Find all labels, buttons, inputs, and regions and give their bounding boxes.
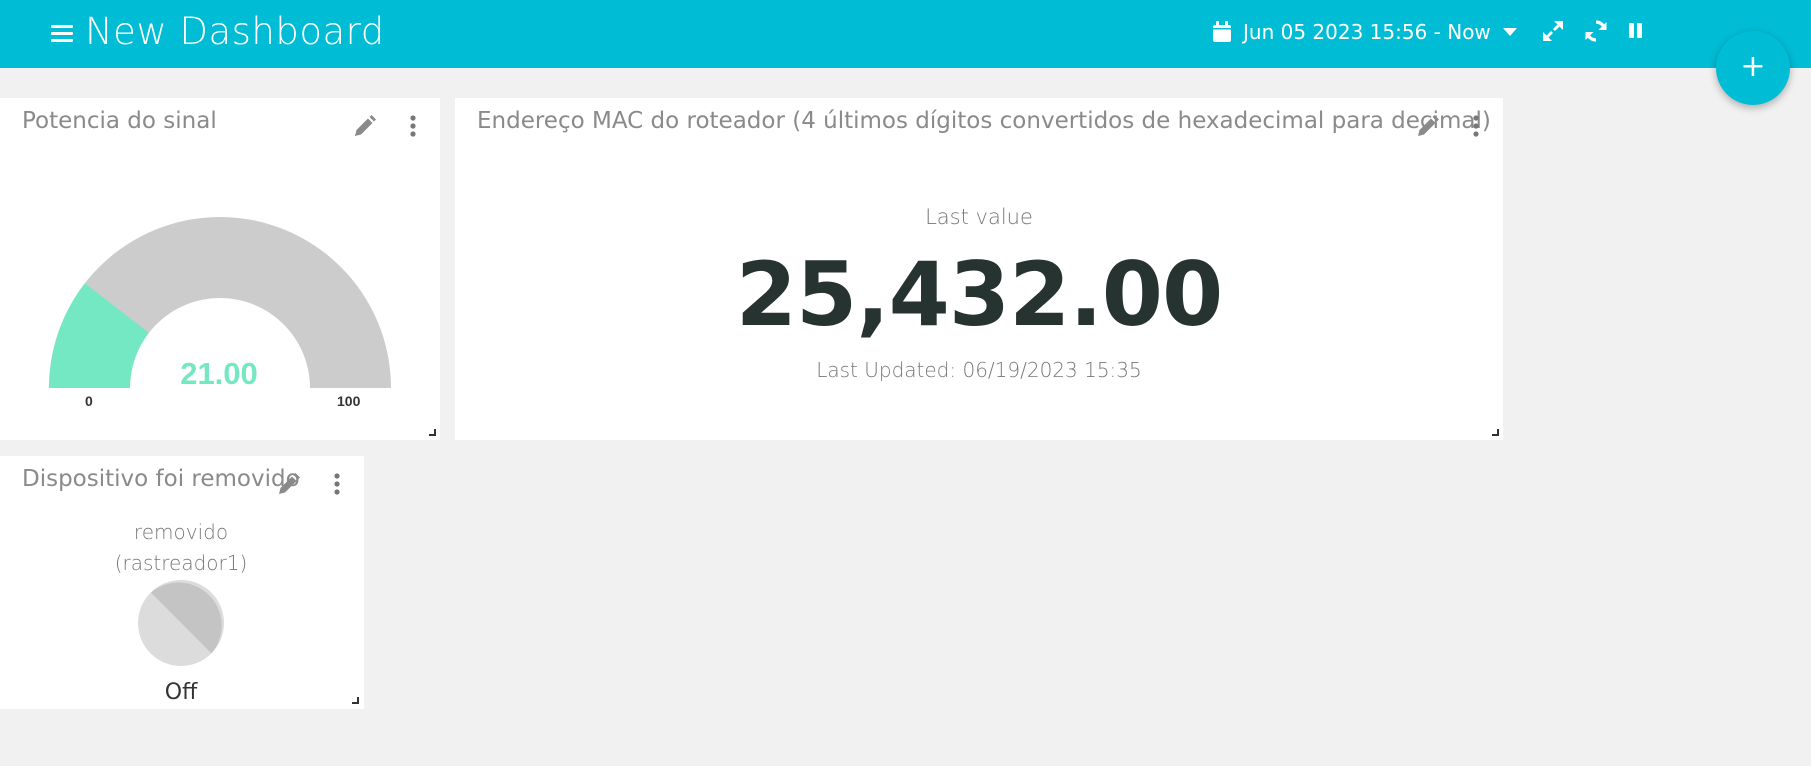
- gauge-min-label: 0: [85, 393, 93, 409]
- resize-handle[interactable]: [1490, 427, 1500, 437]
- expand-icon[interactable]: [1540, 18, 1566, 44]
- indicator-switch[interactable]: [137, 579, 225, 667]
- caret-down-icon: [1502, 27, 1517, 36]
- indicator-label-line1: removido: [133, 520, 229, 544]
- gauge-max-label: 100: [337, 393, 361, 409]
- refresh-icon[interactable]: [1583, 18, 1609, 44]
- more-vertical-icon[interactable]: [408, 114, 418, 140]
- indicator-label-line2: (rastreador1): [114, 551, 248, 575]
- pause-icon[interactable]: [1623, 18, 1649, 44]
- dashboard-title: New Dashboard: [85, 10, 385, 53]
- resize-handle[interactable]: [350, 695, 360, 705]
- indicator-state: Off: [164, 680, 198, 705]
- gauge-value: 21.00: [180, 356, 258, 391]
- date-range-selector[interactable]: Jun 05 2023 15:56 - Now: [1212, 18, 1517, 46]
- pencil-icon[interactable]: [351, 114, 377, 140]
- calendar-icon: [1213, 21, 1231, 42]
- pencil-icon[interactable]: [275, 472, 301, 498]
- more-vertical-icon[interactable]: [332, 472, 342, 498]
- last-value-widget-title: Endereço MAC do roteador (4 últimos dígi…: [477, 108, 1491, 134]
- last-value-label: Last value: [925, 205, 1033, 229]
- date-range-text: Jun 05 2023 15:56 - Now: [1243, 20, 1491, 44]
- gauge-widget-title: Potencia do sinal: [22, 108, 217, 134]
- indicator-widget-title: Dispositivo foi removido: [22, 466, 300, 492]
- top-bar: New Dashboard Jun 05 2023 15:56 - Now: [0, 0, 1811, 68]
- last-value-number: 25,432.00: [735, 243, 1223, 346]
- pencil-icon[interactable]: [1414, 114, 1440, 140]
- add-widget-button[interactable]: +: [1716, 31, 1790, 105]
- last-updated-text: Last Updated: 06/19/2023 15:35: [816, 358, 1142, 382]
- resize-handle[interactable]: [427, 427, 437, 437]
- more-vertical-icon[interactable]: [1471, 114, 1481, 140]
- menu-icon[interactable]: [51, 24, 73, 44]
